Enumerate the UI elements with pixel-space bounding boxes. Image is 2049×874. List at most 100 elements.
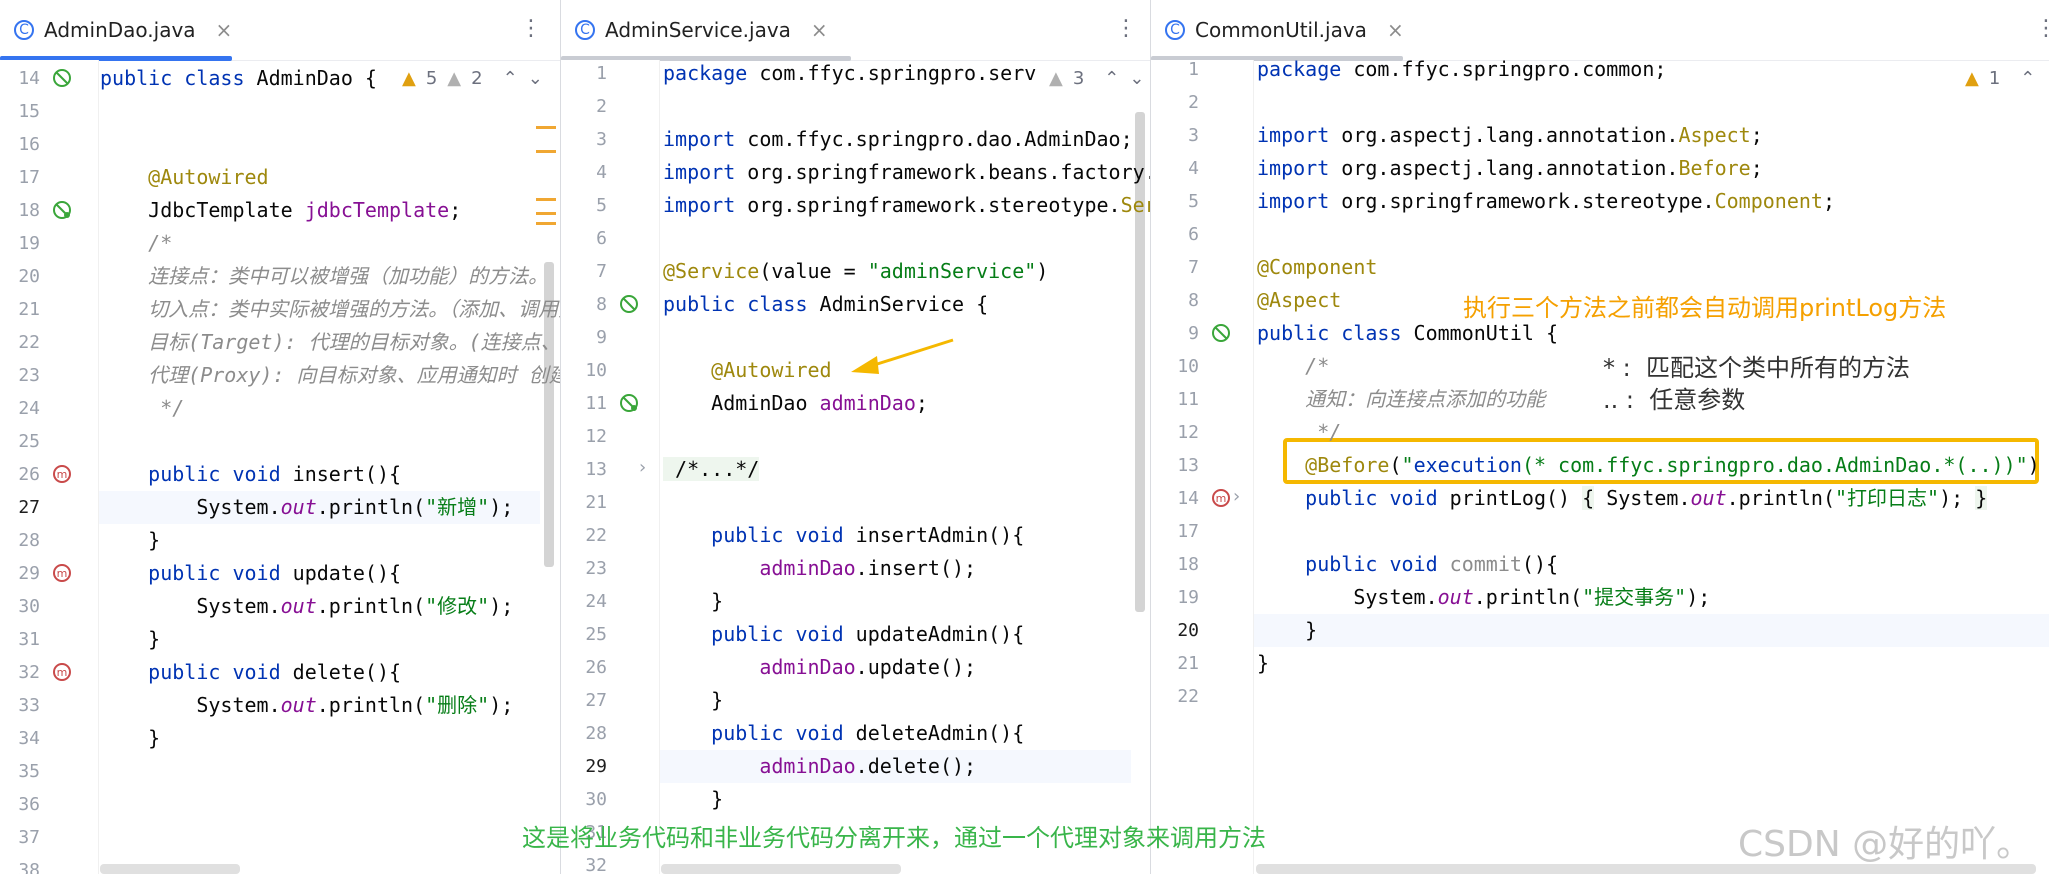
code-line[interactable]: public void delete(){ xyxy=(100,656,560,689)
code-line[interactable]: } xyxy=(100,623,560,656)
more-menu-icon[interactable]: ⋮ xyxy=(1115,16,1137,41)
fold-chevron-icon[interactable]: › xyxy=(1233,486,1240,507)
line-number: 10 xyxy=(1177,356,1199,377)
code-line[interactable] xyxy=(100,95,560,128)
gutter-method-icon[interactable]: m xyxy=(52,563,72,583)
code-line[interactable]: package com.ffyc.springpro.common; xyxy=(1257,53,2049,86)
code-line[interactable]: } xyxy=(100,524,560,557)
gutter-run-icon[interactable] xyxy=(1211,323,1231,343)
code-line[interactable]: public void updateAdmin(){ xyxy=(663,618,1151,651)
code-line[interactable]: System.out.println("提交事务"); xyxy=(1257,581,2049,614)
code-line[interactable]: import org.springframework.beans.factory… xyxy=(663,156,1151,189)
code-line[interactable] xyxy=(663,486,1151,519)
code-line[interactable]: System.out.println("删除"); xyxy=(100,689,560,722)
code-line[interactable]: 切入点：类中实际被增强的方法。（添加、调用方 xyxy=(100,293,560,326)
code-line[interactable]: /*...*/ xyxy=(663,453,1151,486)
more-menu-icon[interactable]: ⋮ xyxy=(2035,16,2049,41)
svg-text:m: m xyxy=(57,567,68,580)
line-number: 7 xyxy=(1188,257,1199,278)
code-line[interactable]: */ xyxy=(100,392,560,425)
code-line[interactable]: public void update(){ xyxy=(100,557,560,590)
code-line[interactable]: public class AdminService { xyxy=(663,288,1151,321)
code-line[interactable]: } xyxy=(663,585,1151,618)
code-line[interactable]: @Service(value = "adminService") xyxy=(663,255,1151,288)
code-line[interactable] xyxy=(100,854,560,874)
code-line[interactable]: 代理(Proxy): 向目标对象、应用通知时 创建的 xyxy=(100,359,560,392)
code-line[interactable] xyxy=(663,222,1151,255)
code-line[interactable]: public class AdminDao { xyxy=(100,62,560,95)
code-line[interactable]: public class CommonUtil { xyxy=(1257,317,2049,350)
line-number: 24 xyxy=(18,398,40,419)
code-line[interactable]: */ xyxy=(1257,416,2049,449)
code-line[interactable]: /* xyxy=(100,227,560,260)
gutter-method-icon[interactable]: m xyxy=(1211,488,1231,508)
gutter-run-icon[interactable] xyxy=(52,68,72,88)
code-line[interactable] xyxy=(663,321,1151,354)
code-line[interactable]: package com.ffyc.springpro.serv xyxy=(663,57,1151,90)
code-line[interactable]: System.out.println("修改"); xyxy=(100,590,560,623)
code-token: Component xyxy=(1714,189,1823,213)
code-line[interactable]: 目标(Target): 代理的目标对象。(连接点、切 xyxy=(100,326,560,359)
code-line[interactable]: public void deleteAdmin(){ xyxy=(663,717,1151,750)
code-token: import xyxy=(663,193,748,217)
code-line[interactable]: @Before("execution(* com.ffyc.springpro.… xyxy=(1257,449,2049,482)
code-line[interactable]: JdbcTemplate jdbcTemplate; xyxy=(100,194,560,227)
gutter-method-icon[interactable]: m xyxy=(52,464,72,484)
tab-adminservice[interactable]: C AdminService.java × xyxy=(575,0,828,60)
code-line[interactable]: adminDao.update(); xyxy=(663,651,1151,684)
close-icon[interactable]: × xyxy=(1387,18,1404,42)
code-line[interactable] xyxy=(100,755,560,788)
code-line[interactable]: @Component xyxy=(1257,251,2049,284)
code-line[interactable]: import com.ffyc.springpro.dao.AdminDao; xyxy=(663,123,1151,156)
code-line[interactable]: public void printLog() { System.out.prin… xyxy=(1257,482,2049,515)
code-line[interactable]: import org.aspectj.lang.annotation.Befor… xyxy=(1257,152,2049,185)
code-line[interactable] xyxy=(1257,86,2049,119)
tab-commonutil[interactable]: C CommonUtil.java × xyxy=(1165,0,1404,60)
code-line[interactable]: } xyxy=(663,684,1151,717)
more-menu-icon[interactable]: ⋮ xyxy=(520,16,542,41)
code-line[interactable]: @Aspect xyxy=(1257,284,2049,317)
code-line[interactable]: } xyxy=(1257,614,2049,647)
code-line[interactable] xyxy=(1257,515,2049,548)
code-line[interactable]: import org.springframework.stereotype.Se… xyxy=(663,189,1151,222)
gutter-method-icon[interactable]: m xyxy=(52,662,72,682)
code-line[interactable]: adminDao.insert(); xyxy=(663,552,1151,585)
code-line[interactable]: adminDao.delete(); xyxy=(663,750,1151,783)
code-token: public void xyxy=(100,660,293,684)
code-line[interactable]: 连接点：类中可以被增强（加功能）的方法。 xyxy=(100,260,560,293)
code-line[interactable]: System.out.println("新增"); xyxy=(100,491,560,524)
code-line[interactable]: public void insertAdmin(){ xyxy=(663,519,1151,552)
code-line[interactable]: /* xyxy=(1257,350,2049,383)
code-line[interactable]: public void insert(){ xyxy=(100,458,560,491)
code-line[interactable] xyxy=(100,788,560,821)
code-line[interactable] xyxy=(100,128,560,161)
code-line[interactable]: AdminDao adminDao; xyxy=(663,387,1151,420)
code-line[interactable] xyxy=(100,821,560,854)
code-line[interactable]: @Autowired xyxy=(663,354,1151,387)
close-icon[interactable]: × xyxy=(811,18,828,42)
code-token: import xyxy=(1257,123,1342,147)
close-icon[interactable]: × xyxy=(216,18,233,42)
code-token: ) xyxy=(1036,259,1049,283)
fold-chevron-icon[interactable]: › xyxy=(639,457,646,478)
code-line[interactable]: import org.aspectj.lang.annotation.Aspec… xyxy=(1257,119,2049,152)
code-line[interactable]: } xyxy=(1257,647,2049,680)
code-line[interactable]: public void commit(){ xyxy=(1257,548,2049,581)
code-line[interactable] xyxy=(1257,680,2049,713)
code-line[interactable]: } xyxy=(663,783,1151,816)
tab-admindao[interactable]: C AdminDao.java × xyxy=(14,0,232,60)
code-token: AdminService { xyxy=(819,292,989,316)
code-line[interactable] xyxy=(663,90,1151,123)
code-line[interactable]: import org.springframework.stereotype.Co… xyxy=(1257,185,2049,218)
code-line[interactable] xyxy=(1257,218,2049,251)
code-line[interactable]: 通知：向连接点添加的功能 xyxy=(1257,383,2049,416)
code-token: " xyxy=(1401,453,1414,477)
code-line[interactable] xyxy=(100,425,560,458)
code-line[interactable]: @Autowired xyxy=(100,161,560,194)
code-line[interactable] xyxy=(663,420,1151,453)
gutter-bean-icon[interactable] xyxy=(619,393,639,413)
line-number: 24 xyxy=(585,591,607,612)
gutter-run-icon[interactable] xyxy=(619,294,639,314)
gutter-bean-icon[interactable] xyxy=(52,200,72,220)
code-line[interactable]: } xyxy=(100,722,560,755)
